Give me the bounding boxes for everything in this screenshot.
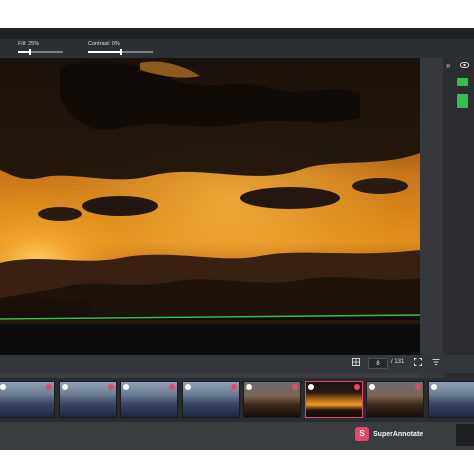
- contrast-slider-handle[interactable]: [120, 49, 122, 55]
- active-class-button[interactable]: [457, 94, 468, 108]
- footer: S SuperAnnotate: [0, 422, 474, 450]
- sunset-image: [0, 58, 420, 355]
- frame-annotation-dot-icon: [46, 384, 52, 390]
- frame-thumbnail[interactable]: [0, 381, 55, 418]
- fill-slider-track[interactable]: [18, 49, 63, 55]
- frame-annotation-dot-icon: [292, 384, 298, 390]
- top-bar: [0, 28, 474, 39]
- eye-icon[interactable]: [459, 61, 470, 70]
- frame-status-dot-icon: [369, 384, 375, 390]
- grid-view-icon[interactable]: [352, 358, 360, 368]
- fullscreen-icon[interactable]: [414, 358, 422, 368]
- fill-slider-handle[interactable]: [29, 49, 32, 55]
- frame-thumbnail[interactable]: [181, 381, 240, 418]
- fill-slider-label: Fill: 25%: [18, 41, 40, 47]
- right-panel: »: [443, 58, 474, 385]
- corner-button[interactable]: [456, 424, 474, 446]
- frame-annotation-dot-icon: [353, 384, 360, 390]
- frame-total-label: / 131: [391, 359, 405, 365]
- fill-slider-fill: [18, 51, 30, 53]
- annotation-app: Fill: 25% Contrast: 0% » 8 / 131 S Super…: [0, 28, 474, 450]
- frame-status-dot-icon: [61, 384, 68, 390]
- contrast-slider-label: Contrast: 0%: [88, 41, 120, 47]
- frame-status-dot-icon: [430, 384, 437, 390]
- fill-slider[interactable]: Fill: 25%: [18, 40, 63, 57]
- contrast-slider[interactable]: Contrast: 0%: [88, 40, 153, 57]
- brand: S SuperAnnotate: [355, 426, 423, 442]
- frame-status-dot-icon: [246, 384, 252, 390]
- frame-thumbnail[interactable]: [243, 381, 301, 418]
- frame-annotation-dot-icon: [169, 384, 175, 390]
- frame-status-dot-icon: [123, 384, 129, 390]
- filter-icon[interactable]: [432, 358, 440, 368]
- contrast-slider-fill: [88, 51, 120, 53]
- frame-annotation-dot-icon: [230, 384, 237, 390]
- frame-number-input[interactable]: 8: [368, 358, 388, 369]
- frame-thumbnail[interactable]: [120, 381, 178, 418]
- frame-annotation-dot-icon: [415, 384, 421, 390]
- superannotate-logo-icon: S: [355, 427, 369, 441]
- toolbar: Fill: 25% Contrast: 0%: [0, 39, 474, 58]
- contrast-slider-track[interactable]: [88, 49, 153, 55]
- frame-status-dot-icon: [0, 384, 6, 390]
- frame-annotation-dot-icon: [107, 384, 114, 390]
- brand-name: SuperAnnotate: [373, 430, 424, 438]
- canvas-gutter: [420, 58, 443, 385]
- frame-navigation-bar: 8 / 131: [0, 355, 474, 373]
- frame-status-dot-icon: [307, 384, 314, 390]
- frame-thumbnail[interactable]: [58, 381, 117, 418]
- class-color-button[interactable]: [457, 78, 468, 86]
- frame-thumbnail[interactable]: [304, 381, 363, 418]
- image-canvas[interactable]: [0, 58, 420, 355]
- frame-thumbnail[interactable]: [366, 381, 424, 418]
- thumbnail-strip: [0, 378, 474, 422]
- frame-thumbnail[interactable]: [427, 381, 474, 418]
- frame-status-dot-icon: [184, 384, 191, 390]
- chevrons-right-icon[interactable]: »: [446, 62, 450, 70]
